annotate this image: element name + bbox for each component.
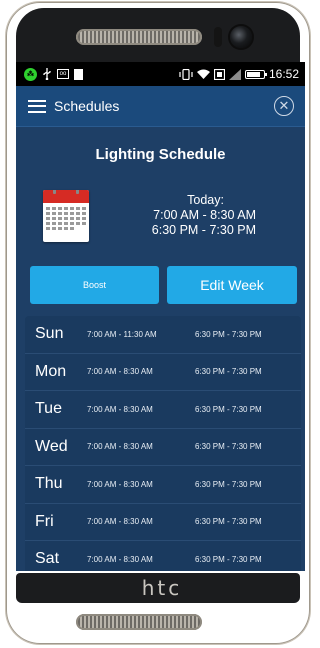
day-label: Fri [35, 512, 54, 530]
usb-icon [42, 68, 52, 80]
time-slot-2: 6:30 PM - 7:30 PM [195, 404, 262, 414]
time-slot-2: 6:30 PM - 7:30 PM [195, 517, 262, 527]
time-slot-2: 6:30 PM - 7:30 PM [195, 554, 262, 564]
weekly-schedule-list[interactable]: Sun 7:00 AM - 11:30 AM 6:30 PM - 7:30 PM… [25, 316, 301, 571]
top-speaker-grille [76, 29, 202, 45]
edit-week-button[interactable]: Edit Week [167, 266, 297, 304]
day-label: Sat [35, 550, 60, 568]
today-summary: Today: 7:00 AM - 8:30 AM 6:30 PM - 7:30 … [136, 193, 256, 238]
time-slot-1: 7:00 AM - 11:30 AM [87, 329, 157, 339]
time-slot-1: 7:00 AM - 8:30 AM [87, 554, 153, 564]
status-left-icons: ⁂ oo [24, 67, 83, 81]
bottom-speaker-grille [76, 614, 202, 630]
nfc-icon [213, 68, 225, 80]
signal-icon [228, 68, 241, 80]
today-slot-1: 7:00 AM - 8:30 AM [153, 208, 256, 222]
time-slot-1: 7:00 AM - 8:30 AM [87, 404, 153, 414]
notification-icon [74, 68, 83, 80]
app-bar: Schedules ✕ [16, 86, 305, 126]
day-label: Thu [35, 475, 63, 493]
schedule-row-tue[interactable]: Tue 7:00 AM - 8:30 AM 6:30 PM - 7:30 PM [25, 391, 301, 429]
status-right-icons: 16:52 [179, 67, 299, 81]
schedule-row-mon[interactable]: Mon 7:00 AM - 8:30 AM 6:30 PM - 7:30 PM [25, 354, 301, 391]
time-slot-1: 7:00 AM - 8:30 AM [87, 479, 153, 489]
status-bar: ⁂ oo 16:52 [16, 62, 305, 86]
close-icon[interactable]: ✕ [274, 96, 294, 116]
day-label: Sun [35, 325, 64, 343]
schedule-row-thu[interactable]: Thu 7:00 AM - 8:30 AM 6:30 PM - 7:30 PM [25, 466, 301, 504]
boost-button[interactable]: Boost [30, 266, 159, 304]
vibrate-icon [179, 68, 193, 80]
front-camera [230, 26, 252, 48]
time-slot-2: 6:30 PM - 7:30 PM [195, 329, 262, 339]
battery-icon [244, 69, 267, 79]
time-slot-1: 7:00 AM - 8:30 AM [87, 517, 153, 527]
app-bar-title: Schedules [54, 98, 120, 114]
time-slot-2: 6:30 PM - 7:30 PM [195, 479, 262, 489]
screen: ⁂ oo 16:52 Schedules ✕ Lighting Schedule… [16, 62, 305, 571]
brand-logo: htc [141, 576, 183, 600]
day-label: Wed [35, 437, 68, 455]
schedule-row-fri[interactable]: Fri 7:00 AM - 8:30 AM 6:30 PM - 7:30 PM [25, 504, 301, 541]
page-title: Lighting Schedule [95, 146, 226, 163]
time-slot-2: 6:30 PM - 7:30 PM [195, 367, 262, 377]
phone-bottom-bezel: htc [16, 573, 300, 603]
calendar-icon [43, 190, 89, 242]
wifi-icon [196, 69, 210, 80]
blackberry-icon: ⁂ [24, 67, 37, 81]
time-slot-1: 7:00 AM - 8:30 AM [87, 442, 153, 452]
today-label: Today: [187, 193, 224, 207]
status-time: 16:52 [268, 67, 299, 81]
proximity-sensor [214, 27, 222, 47]
menu-icon[interactable] [28, 99, 46, 113]
schedule-row-sat[interactable]: Sat 7:00 AM - 8:30 AM 6:30 PM - 7:30 PM [25, 541, 301, 571]
time-slot-1: 7:00 AM - 8:30 AM [87, 367, 153, 377]
schedule-row-wed[interactable]: Wed 7:00 AM - 8:30 AM 6:30 PM - 7:30 PM [25, 429, 301, 466]
time-slot-2: 6:30 PM - 7:30 PM [195, 442, 262, 452]
day-label: Mon [35, 362, 67, 380]
voicemail-icon: oo [57, 69, 69, 79]
day-label: Tue [35, 400, 62, 418]
schedule-row-sun[interactable]: Sun 7:00 AM - 11:30 AM 6:30 PM - 7:30 PM [25, 316, 301, 354]
today-slot-2: 6:30 PM - 7:30 PM [151, 223, 256, 237]
